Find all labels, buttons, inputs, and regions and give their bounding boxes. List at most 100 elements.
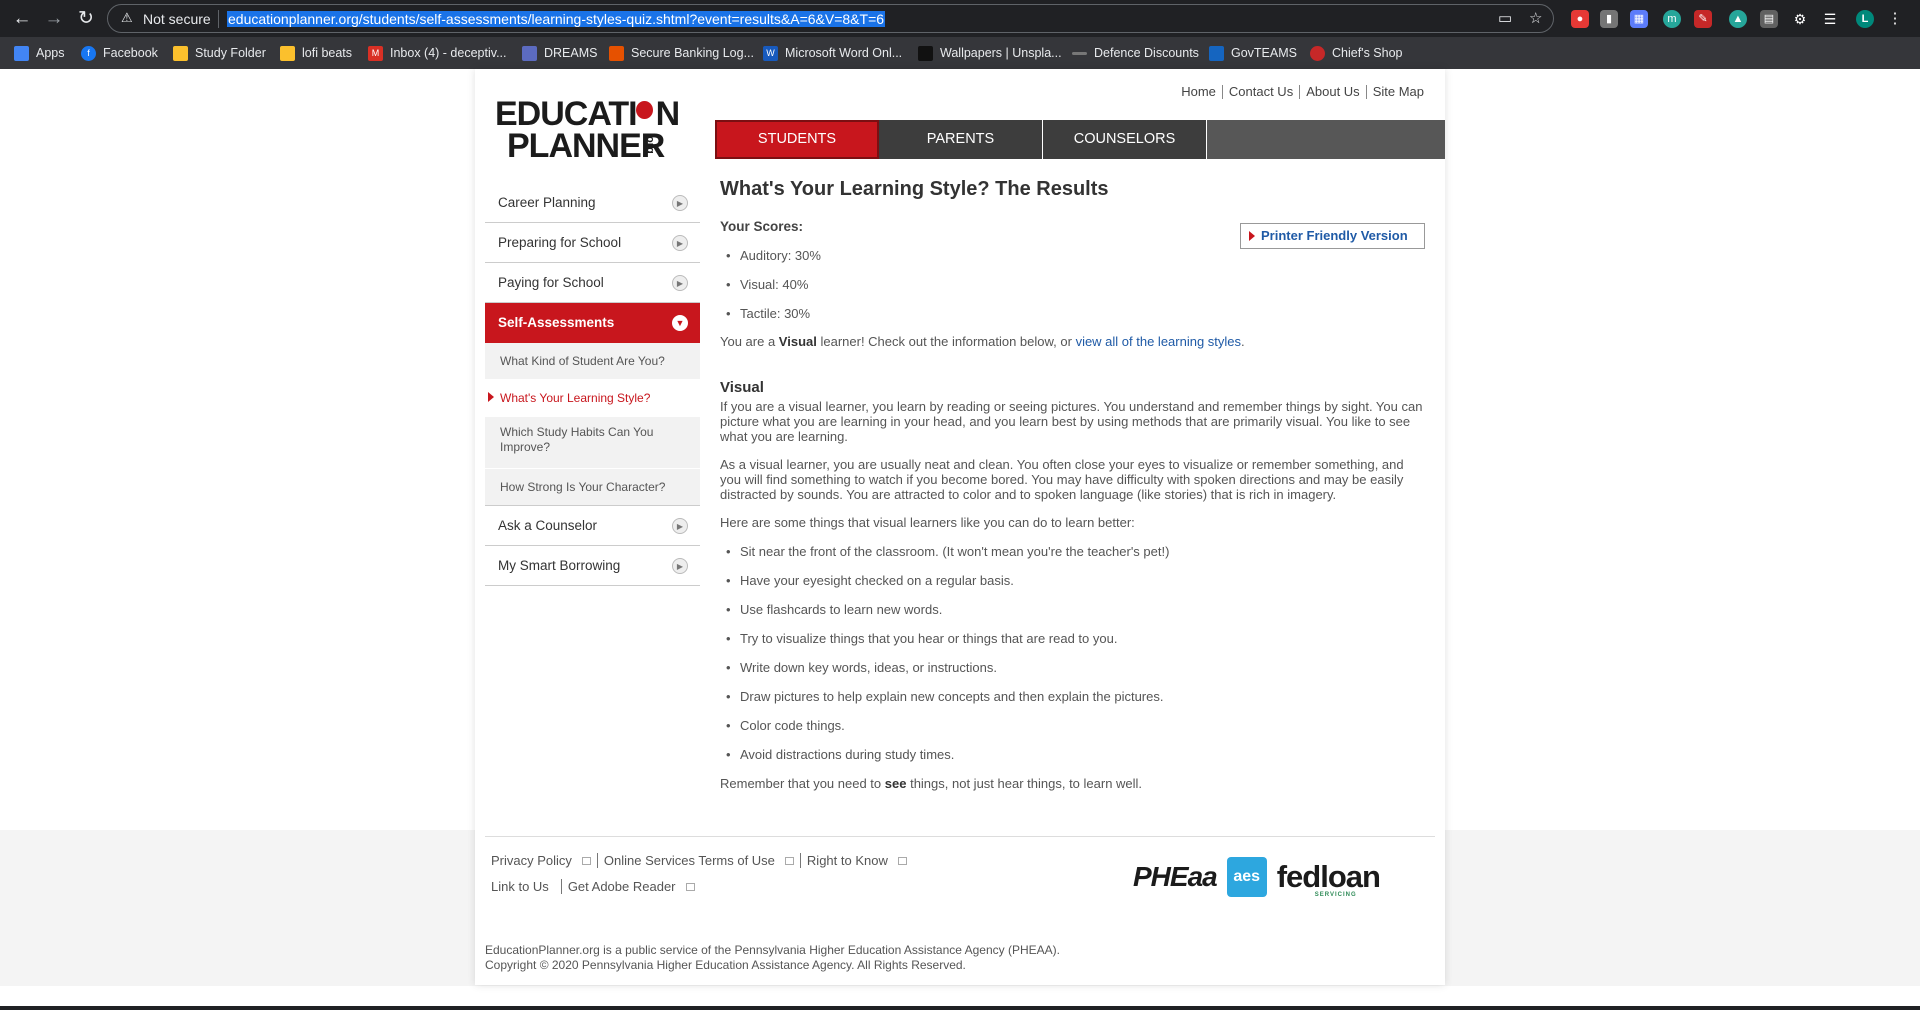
bookmark-govteams[interactable]: GovTEAMS xyxy=(1209,44,1297,62)
subnav-learning-style[interactable]: What's Your Learning Style? xyxy=(485,380,700,417)
sidebar-item-self-assessments[interactable]: Self-Assessments ▼ xyxy=(485,303,700,343)
folder-icon xyxy=(173,45,188,61)
puzzle-icon[interactable]: ⚙ xyxy=(1791,10,1809,28)
section-title: Visual xyxy=(720,379,764,396)
bookmark-lofi[interactable]: lofi beats xyxy=(280,44,352,62)
education-planner-logo[interactable]: EDUCATI N PLANNER .org xyxy=(495,95,680,165)
bookmark-label: Microsoft Word Onl... xyxy=(785,46,903,60)
external-link-icon xyxy=(581,856,591,865)
bookmark-banking[interactable]: Secure Banking Log... xyxy=(609,44,754,62)
utility-nav: Home Contact Us About Us Site Map xyxy=(1175,85,1430,99)
scores-list: Auditory: 30% Visual: 40% Tactile: 30% xyxy=(720,248,1425,335)
extension-icon[interactable]: ▤ xyxy=(1760,10,1778,28)
about-us-link[interactable]: About Us xyxy=(1299,85,1365,99)
extension-icon[interactable]: ▮ xyxy=(1600,10,1618,28)
footer-divider xyxy=(485,836,1435,837)
bookmark-dreams[interactable]: DREAMS xyxy=(522,44,597,62)
profile-avatar[interactable]: L xyxy=(1856,10,1874,28)
list-item: Use flashcards to learn new words. xyxy=(720,602,1425,631)
govteams-icon xyxy=(1209,45,1224,61)
result-sentence: You are a Visual learner! Check out the … xyxy=(720,334,1425,349)
home-link[interactable]: Home xyxy=(1175,85,1222,99)
forward-icon[interactable]: → xyxy=(41,6,67,32)
right-to-know-link[interactable]: Right to Know xyxy=(799,853,913,868)
tab-parents[interactable]: PARENTS xyxy=(879,120,1043,159)
list-item: Avoid distractions during study times. xyxy=(720,747,1425,776)
tab-students[interactable]: STUDENTS xyxy=(715,120,879,159)
unsplash-icon xyxy=(918,45,933,61)
tips-list: Sit near the front of the classroom. (It… xyxy=(720,544,1425,776)
result-style: Visual xyxy=(778,334,817,349)
closing-bold: see xyxy=(884,776,907,791)
sidebar-item-label: Self-Assessments xyxy=(498,315,615,330)
external-link-icon xyxy=(685,882,695,891)
sidebar-item-ask-counselor[interactable]: Ask a Counselor ▶ xyxy=(485,506,700,546)
bookmark-label: lofi beats xyxy=(302,46,353,60)
browser-toolbar: ← → ↻ ⚠ Not secure educationplanner.org/… xyxy=(0,0,1920,37)
defence-icon xyxy=(1072,51,1087,55)
bookmark-inbox[interactable]: M Inbox (4) - deceptiv... xyxy=(368,44,507,62)
extension-icon[interactable]: ● xyxy=(1571,10,1589,28)
url-text[interactable]: educationplanner.org/students/self-asses… xyxy=(227,11,886,27)
chevron-right-icon: ▶ xyxy=(672,518,688,534)
extension-icon[interactable]: m xyxy=(1663,10,1681,28)
external-link-icon xyxy=(784,856,794,865)
score-auditory: Auditory: 30% xyxy=(720,248,1425,277)
list-item: Have your eyesight checked on a regular … xyxy=(720,573,1425,602)
link-label: Get Adobe Reader xyxy=(567,879,676,894)
chevron-right-icon: ▶ xyxy=(672,235,688,251)
reading-list-icon[interactable]: ☰ xyxy=(1821,10,1839,28)
subnav-student-type[interactable]: What Kind of Student Are You? xyxy=(485,343,700,380)
menu-icon[interactable]: ⋮ xyxy=(1886,10,1904,28)
sidebar-item-label: Paying for School xyxy=(498,275,604,290)
bookmark-word[interactable]: W Microsoft Word Onl... xyxy=(763,44,902,62)
security-label[interactable]: Not secure xyxy=(143,11,211,27)
pheaa-logo[interactable]: PHEaa xyxy=(1133,861,1218,893)
extension-icon[interactable]: ✎ xyxy=(1694,10,1712,28)
sidebar-item-paying[interactable]: Paying for School ▶ xyxy=(485,263,700,303)
tab-counselors[interactable]: COUNSELORS xyxy=(1043,120,1207,159)
address-bar[interactable]: ⚠ Not secure educationplanner.org/studen… xyxy=(107,4,1554,33)
sidebar-item-smart-borrowing[interactable]: My Smart Borrowing ▶ xyxy=(485,546,700,586)
subnav-character[interactable]: How Strong Is Your Character? xyxy=(485,469,700,506)
back-icon[interactable]: ← xyxy=(9,6,35,32)
bookmark-chiefs-shop[interactable]: Chief's Shop xyxy=(1310,44,1402,62)
site-map-link[interactable]: Site Map xyxy=(1365,85,1430,99)
partner-logos: PHEaa aes fedloan SERVICING xyxy=(1133,856,1381,898)
contact-us-link[interactable]: Contact Us xyxy=(1221,85,1299,99)
extension-icon[interactable]: ▲ xyxy=(1729,10,1747,28)
list-item: Try to visualize things that you hear or… xyxy=(720,631,1425,660)
link-to-us-link[interactable]: Link to Us xyxy=(491,879,561,894)
sidebar-item-career-planning[interactable]: Career Planning ▶ xyxy=(485,183,700,223)
privacy-policy-link[interactable]: Privacy Policy xyxy=(491,853,597,868)
aes-logo[interactable]: aes xyxy=(1226,857,1267,897)
extension-icon[interactable]: ▦ xyxy=(1630,10,1648,28)
cast-icon[interactable]: ▭ xyxy=(1498,9,1512,27)
footer-links: Privacy Policy Online Services Terms of … xyxy=(491,853,913,905)
apple-icon xyxy=(636,101,653,119)
terms-of-use-link[interactable]: Online Services Terms of Use xyxy=(596,853,800,868)
bookmark-study-folder[interactable]: Study Folder xyxy=(173,44,266,62)
chevron-right-icon: ▶ xyxy=(672,195,688,211)
list-item: Draw pictures to help explain new concep… xyxy=(720,689,1425,718)
bank-icon xyxy=(609,45,624,61)
subnav-study-habits[interactable]: Which Study Habits Can You Improve? xyxy=(485,417,700,469)
sidebar-item-preparing[interactable]: Preparing for School ▶ xyxy=(485,223,700,263)
star-icon[interactable]: ☆ xyxy=(1529,9,1542,27)
public-service-note: EducationPlanner.org is a public service… xyxy=(485,943,1060,957)
bookmark-unsplash[interactable]: Wallpapers | Unspla... xyxy=(918,44,1062,62)
fedloan-logo[interactable]: fedloan SERVICING xyxy=(1277,859,1381,898)
score-visual: Visual: 40% xyxy=(720,277,1425,306)
bookmark-defence[interactable]: Defence Discounts xyxy=(1072,44,1199,62)
printer-friendly-button[interactable]: Printer Friendly Version xyxy=(1240,223,1425,249)
reload-icon[interactable]: ↻ xyxy=(73,6,99,32)
bookmark-label: Apps xyxy=(36,46,65,60)
bookmark-label: DREAMS xyxy=(544,46,598,60)
bookmark-apps[interactable]: Apps xyxy=(14,44,65,62)
adobe-reader-link[interactable]: Get Adobe Reader xyxy=(560,879,701,894)
view-all-styles-link[interactable]: view all of the learning styles xyxy=(1076,334,1241,349)
fedloan-subtext: SERVICING xyxy=(1314,892,1357,898)
sidebar-item-label: Career Planning xyxy=(498,195,596,210)
bookmark-facebook[interactable]: f Facebook xyxy=(81,44,158,62)
word-icon: W xyxy=(763,45,778,61)
